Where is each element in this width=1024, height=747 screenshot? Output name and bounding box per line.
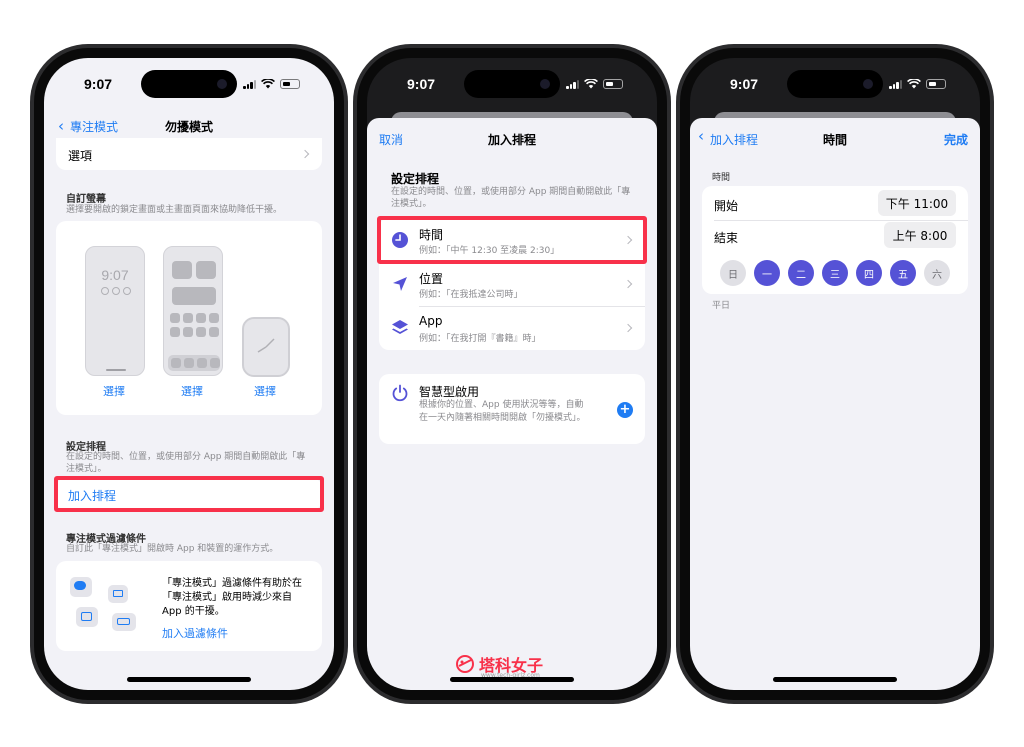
nav-bar: 取消 加入排程 (367, 128, 657, 150)
wifi-icon (584, 79, 598, 89)
lock-screen-preview[interactable]: 9:07 (85, 246, 145, 376)
chevron-right-icon (300, 149, 310, 159)
power-icon (392, 384, 408, 402)
battery-icon (926, 79, 946, 89)
status-time: 9:07 (84, 76, 113, 92)
cellular-icon (889, 79, 902, 89)
app-trigger-row[interactable]: App 例如：「在我打開『書籍』時」 (379, 306, 645, 350)
status-bar: 9:07 (44, 76, 334, 96)
modal-sheet: 取消 加入排程 設定排程 在設定的時間、位置，或使用部分 App 期間自動開啟此… (367, 118, 657, 690)
weekdays-footer: 平日 (712, 301, 731, 311)
weekday-selector: 日 一 二 三 四 五 六 (720, 260, 956, 286)
choose-lock-screen-link[interactable]: 選擇 (103, 383, 125, 399)
home-indicator (450, 677, 574, 682)
smart-activation-row[interactable]: 智慧型啟用 根據你的位置、App 使用狀況等等，自動在一天內隨著相關時間開啟「勿… (379, 374, 645, 444)
highlight-box (377, 216, 647, 264)
battery-icon (280, 79, 300, 89)
status-time: 9:07 (407, 76, 436, 92)
end-time-picker[interactable]: 上午 8:00 (884, 222, 956, 248)
watch-hands-icon (257, 338, 275, 353)
start-label: 開始 (714, 199, 739, 213)
add-plus-icon[interactable]: + (617, 402, 633, 418)
chevron-right-icon (623, 323, 633, 333)
filters-subtitle: 自訂此「專注模式」開啟時 App 和裝置的運作方式。 (66, 544, 279, 554)
day-sat[interactable]: 六 (924, 260, 950, 286)
screen-time: 9:07 ‹ 加入排程 時間 完成 時間 開始 下午 11:00 結束 上午 8… (690, 58, 980, 690)
location-arrow-icon (393, 277, 407, 291)
screen-add-schedule: 9:07 取消 加入排程 設定排程 在設定的時間、位置，或使用部分 App 期間… (367, 58, 657, 690)
filter-illustration (68, 575, 138, 635)
options-row[interactable]: 選項 (56, 138, 322, 170)
choose-home-screen-link[interactable]: 選擇 (181, 383, 203, 399)
nav-title: 時間 (822, 132, 847, 147)
nav-bar: ‹ 專注模式 勿擾模式 (44, 114, 334, 138)
day-mon[interactable]: 一 (754, 260, 780, 286)
status-time: 9:07 (730, 76, 759, 92)
modal-sheet: ‹ 加入排程 時間 完成 時間 開始 下午 11:00 結束 上午 8:00 日… (690, 118, 980, 690)
logo-rocket-icon (456, 655, 474, 673)
time-card: 開始 下午 11:00 結束 上午 8:00 日 一 二 三 四 五 六 (702, 186, 968, 294)
day-thu[interactable]: 四 (856, 260, 882, 286)
status-bar: 9:07 (690, 76, 980, 96)
day-sun[interactable]: 日 (720, 260, 746, 286)
home-indicator (127, 677, 251, 682)
end-label: 結束 (714, 231, 739, 245)
phone-focus-settings: 9:07 ‹ 專注模式 勿擾模式 選項 自訂螢幕 選擇要開啟的鎖定畫面或主畫面頁… (30, 44, 348, 704)
home-indicator (773, 677, 897, 682)
filters-card: 「專注模式」過濾條件有助於在「專注模式」啟用時減少來自 App 的干擾。 加入過… (56, 561, 322, 651)
add-filter-button[interactable]: 加入過濾條件 (162, 625, 228, 641)
day-tue[interactable]: 二 (788, 260, 814, 286)
nav-title: 加入排程 (487, 132, 536, 147)
day-wed[interactable]: 三 (822, 260, 848, 286)
phone-add-schedule: 9:07 取消 加入排程 設定排程 在設定的時間、位置，或使用部分 App 期間… (353, 44, 671, 704)
custom-screens-subtitle: 選擇要開啟的鎖定畫面或主畫面頁面來協助降低干擾。 (66, 205, 283, 215)
start-time-picker[interactable]: 下午 11:00 (878, 190, 956, 216)
nav-title: 勿擾模式 (164, 119, 213, 134)
screen-dnd: 9:07 ‹ 專注模式 勿擾模式 選項 自訂螢幕 選擇要開啟的鎖定畫面或主畫面頁… (44, 58, 334, 690)
location-trigger-row[interactable]: 位置 例如：「在我抵達公司時」 (379, 262, 645, 306)
done-button[interactable]: 完成 (944, 131, 968, 148)
phone-time-settings: 9:07 ‹ 加入排程 時間 完成 時間 開始 下午 11:00 結束 上午 8… (676, 44, 994, 704)
cellular-icon (566, 79, 579, 89)
wifi-icon (261, 79, 275, 89)
chevron-right-icon (623, 279, 633, 289)
schedule-subtitle: 在設定的時間、位置，或使用部分 App 期間自動開啟此「專注模式」。 (391, 187, 631, 209)
filters-description: 「專注模式」過濾條件有助於在「專注模式」啟用時減少來自 App 的干擾。 (162, 578, 302, 617)
cellular-icon (243, 79, 256, 89)
wifi-icon (907, 79, 921, 89)
time-section-label: 時間 (712, 173, 731, 183)
choose-watch-face-link[interactable]: 選擇 (254, 383, 276, 399)
custom-screens-card: 9:07 選擇 選擇 選擇 (56, 221, 322, 415)
nav-bar: ‹ 加入排程 時間 完成 (690, 127, 980, 150)
day-fri[interactable]: 五 (890, 260, 916, 286)
app-stack-icon (392, 320, 408, 334)
battery-icon (603, 79, 623, 89)
schedule-heading: 設定排程 (391, 172, 440, 186)
home-screen-preview[interactable] (163, 246, 223, 376)
watch-face-preview[interactable] (242, 317, 290, 377)
highlight-box (54, 476, 324, 512)
status-bar: 9:07 (367, 76, 657, 96)
schedule-subtitle: 在設定的時間、位置，或使用部分 App 期間自動開啟此「專注模式」。 (66, 452, 306, 474)
custom-screens-heading: 自訂螢幕 (66, 194, 106, 205)
